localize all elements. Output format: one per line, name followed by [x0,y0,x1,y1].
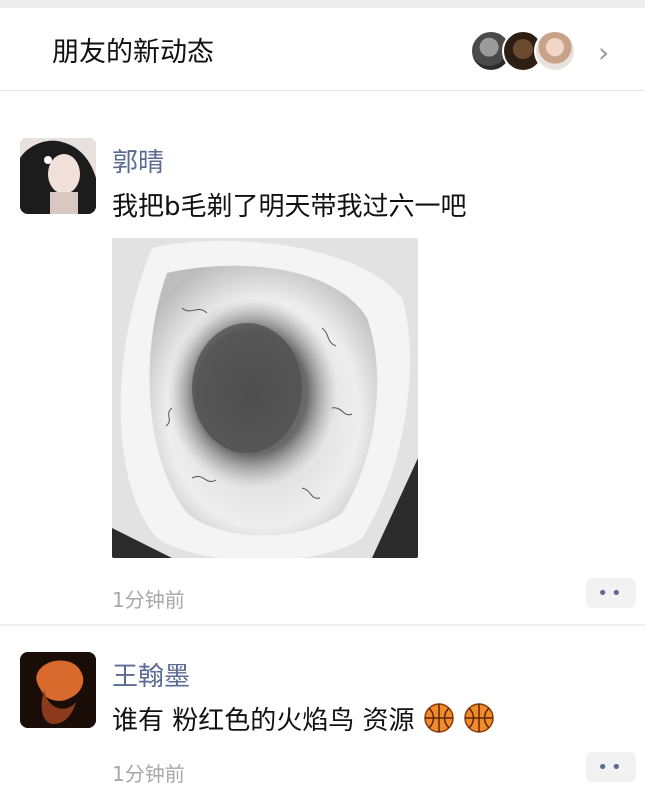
post-time: 1分钟前 [112,588,185,612]
post-text: 谁有 粉红色的火焰鸟 资源 [112,706,415,736]
header-title: 朋友的新动态 [52,37,214,68]
more-options-button[interactable]: •• [586,752,636,782]
friends-avatar-stack [470,30,590,74]
avatar[interactable] [20,138,96,214]
more-dots-icon: •• [597,756,625,778]
post-text: 我把b毛剃了明天带我过六一吧 [112,192,467,222]
header-divider [0,90,645,91]
post-text-row: 谁有 粉红色的火焰鸟 资源 [112,700,495,741]
poster-name[interactable]: 王翰墨 [112,656,190,693]
chevron-right-icon[interactable]: › [598,36,609,69]
basketball-icon [423,702,455,741]
friends-updates-header[interactable]: 朋友的新动态 › [0,8,645,86]
friend-avatar-3 [534,30,576,72]
more-dots-icon: •• [597,582,625,604]
avatar[interactable] [20,652,96,728]
post-photo[interactable] [112,238,418,558]
poster-name[interactable]: 郭晴 [112,142,164,179]
post-time: 1分钟前 [112,762,185,786]
post-divider [0,624,645,626]
more-options-button[interactable]: •• [586,578,636,608]
basketball-icon [463,702,495,741]
top-separator [0,0,645,8]
